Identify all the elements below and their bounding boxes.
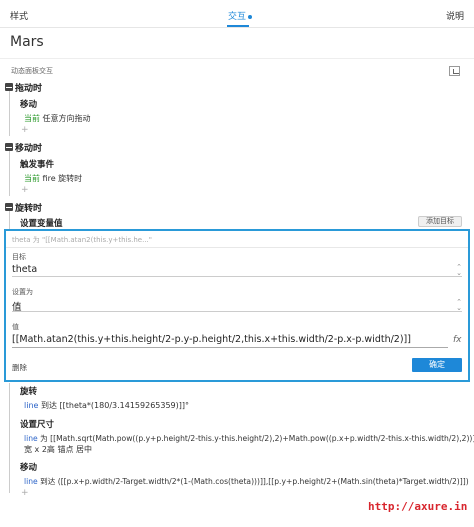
detail-text: fire 旋转时 — [42, 174, 83, 183]
target-select[interactable]: theta ⌃ ⌄ — [12, 263, 462, 277]
collapse-toggle-icon[interactable] — [5, 83, 13, 91]
detail-text: 到达 ([[p.x+p.width/2-Target.width/2*(1-(M… — [40, 477, 469, 486]
event-move[interactable]: 移动时 — [15, 141, 42, 154]
action-detail-resize-2[interactable]: 宽 x 2高 锚点 居中 — [24, 444, 92, 455]
action-detail-rotate[interactable]: line 到达 [[theta*(180/3.14159265359)]]° — [24, 400, 189, 411]
action-resize[interactable]: 设置尺寸 — [20, 418, 54, 430]
tree-line — [9, 210, 10, 230]
panel-summary: theta 为 "[[Math.atan2(this.y+this.he..." — [12, 236, 152, 244]
divider — [6, 247, 468, 248]
action-fire-event[interactable]: 触发事件 — [20, 158, 54, 170]
tab-bar: 样式 交互 说明 — [0, 0, 474, 28]
action-rotate[interactable]: 旋转 — [20, 385, 37, 397]
tree-line — [9, 383, 10, 493]
section-label: 动态面板交互 — [11, 67, 53, 75]
action-set-variable[interactable]: 设置变量值 — [20, 217, 63, 229]
event-drag[interactable]: 拖动时 — [15, 81, 42, 94]
collapse-toggle-icon[interactable] — [5, 203, 13, 211]
add-target-button[interactable]: 添加目标 — [418, 216, 462, 227]
detail-text: 为 [[Math.sqrt(Math.pow((p.y+p.height/2-t… — [40, 434, 474, 443]
target-current: 当前 — [24, 114, 40, 123]
detail-text: 到达 [[theta*(180/3.14159265359)]]° — [40, 401, 190, 410]
action-detail-move-line[interactable]: line 到达 ([[p.x+p.width/2-Target.width/2*… — [24, 476, 469, 487]
tree-line — [9, 90, 10, 136]
add-action-icon[interactable]: + — [21, 185, 29, 195]
add-action-icon[interactable]: + — [21, 488, 29, 498]
tab-interaction-label: 交互 — [228, 12, 247, 22]
collapse-toggle-icon[interactable] — [5, 143, 13, 151]
fx-icon[interactable]: fx — [453, 335, 462, 345]
tab-style[interactable]: 样式 — [10, 9, 28, 22]
action-move[interactable]: 移动 — [20, 98, 37, 110]
active-tab-indicator — [227, 25, 249, 27]
action-detail-resize[interactable]: line 为 [[Math.sqrt(Math.pow((p.y+p.heigh… — [24, 433, 474, 444]
widget-name[interactable]: Mars — [10, 34, 44, 50]
target-select-value: theta — [12, 264, 38, 275]
target-current: 当前 — [24, 174, 40, 183]
updown-caret-icon: ⌃ ⌄ — [456, 298, 462, 312]
delete-button[interactable]: 删除 — [12, 362, 27, 373]
value-expression-input[interactable]: [[Math.atan2(this.y+this.height/2-p.y-p.… — [12, 334, 448, 348]
watermark: http://axure.in — [368, 500, 468, 513]
tab-interaction[interactable]: 交互 — [228, 9, 253, 22]
collapse-all-icon[interactable] — [449, 66, 460, 76]
value-label: 值 — [12, 323, 19, 331]
event-rotate[interactable]: 旋转时 — [15, 201, 42, 214]
updown-caret-icon: ⌃ ⌄ — [456, 263, 462, 277]
setas-label: 设置为 — [12, 288, 33, 296]
setas-select-value: 值 — [12, 302, 22, 313]
action-move-line[interactable]: 移动 — [20, 461, 37, 473]
detail-text: 任意方向拖动 — [42, 114, 91, 123]
ok-button[interactable]: 确定 — [412, 358, 462, 372]
setas-select[interactable]: 值 ⌃ ⌄ — [12, 298, 462, 313]
target-line: line — [24, 401, 39, 410]
action-detail-drag[interactable]: 当前 任意方向拖动 — [24, 113, 91, 124]
modified-dot-icon — [248, 14, 253, 19]
target-line: line — [24, 477, 38, 486]
target-label: 目标 — [12, 253, 26, 261]
variable-edit-panel: theta 为 "[[Math.atan2(this.y+this.he..."… — [4, 229, 470, 382]
tree-line — [9, 150, 10, 196]
divider — [0, 58, 474, 59]
target-line: line — [24, 434, 38, 443]
action-detail-move[interactable]: 当前 fire 旋转时 — [24, 173, 82, 184]
tab-notes[interactable]: 说明 — [446, 9, 464, 22]
add-action-icon[interactable]: + — [21, 125, 29, 135]
